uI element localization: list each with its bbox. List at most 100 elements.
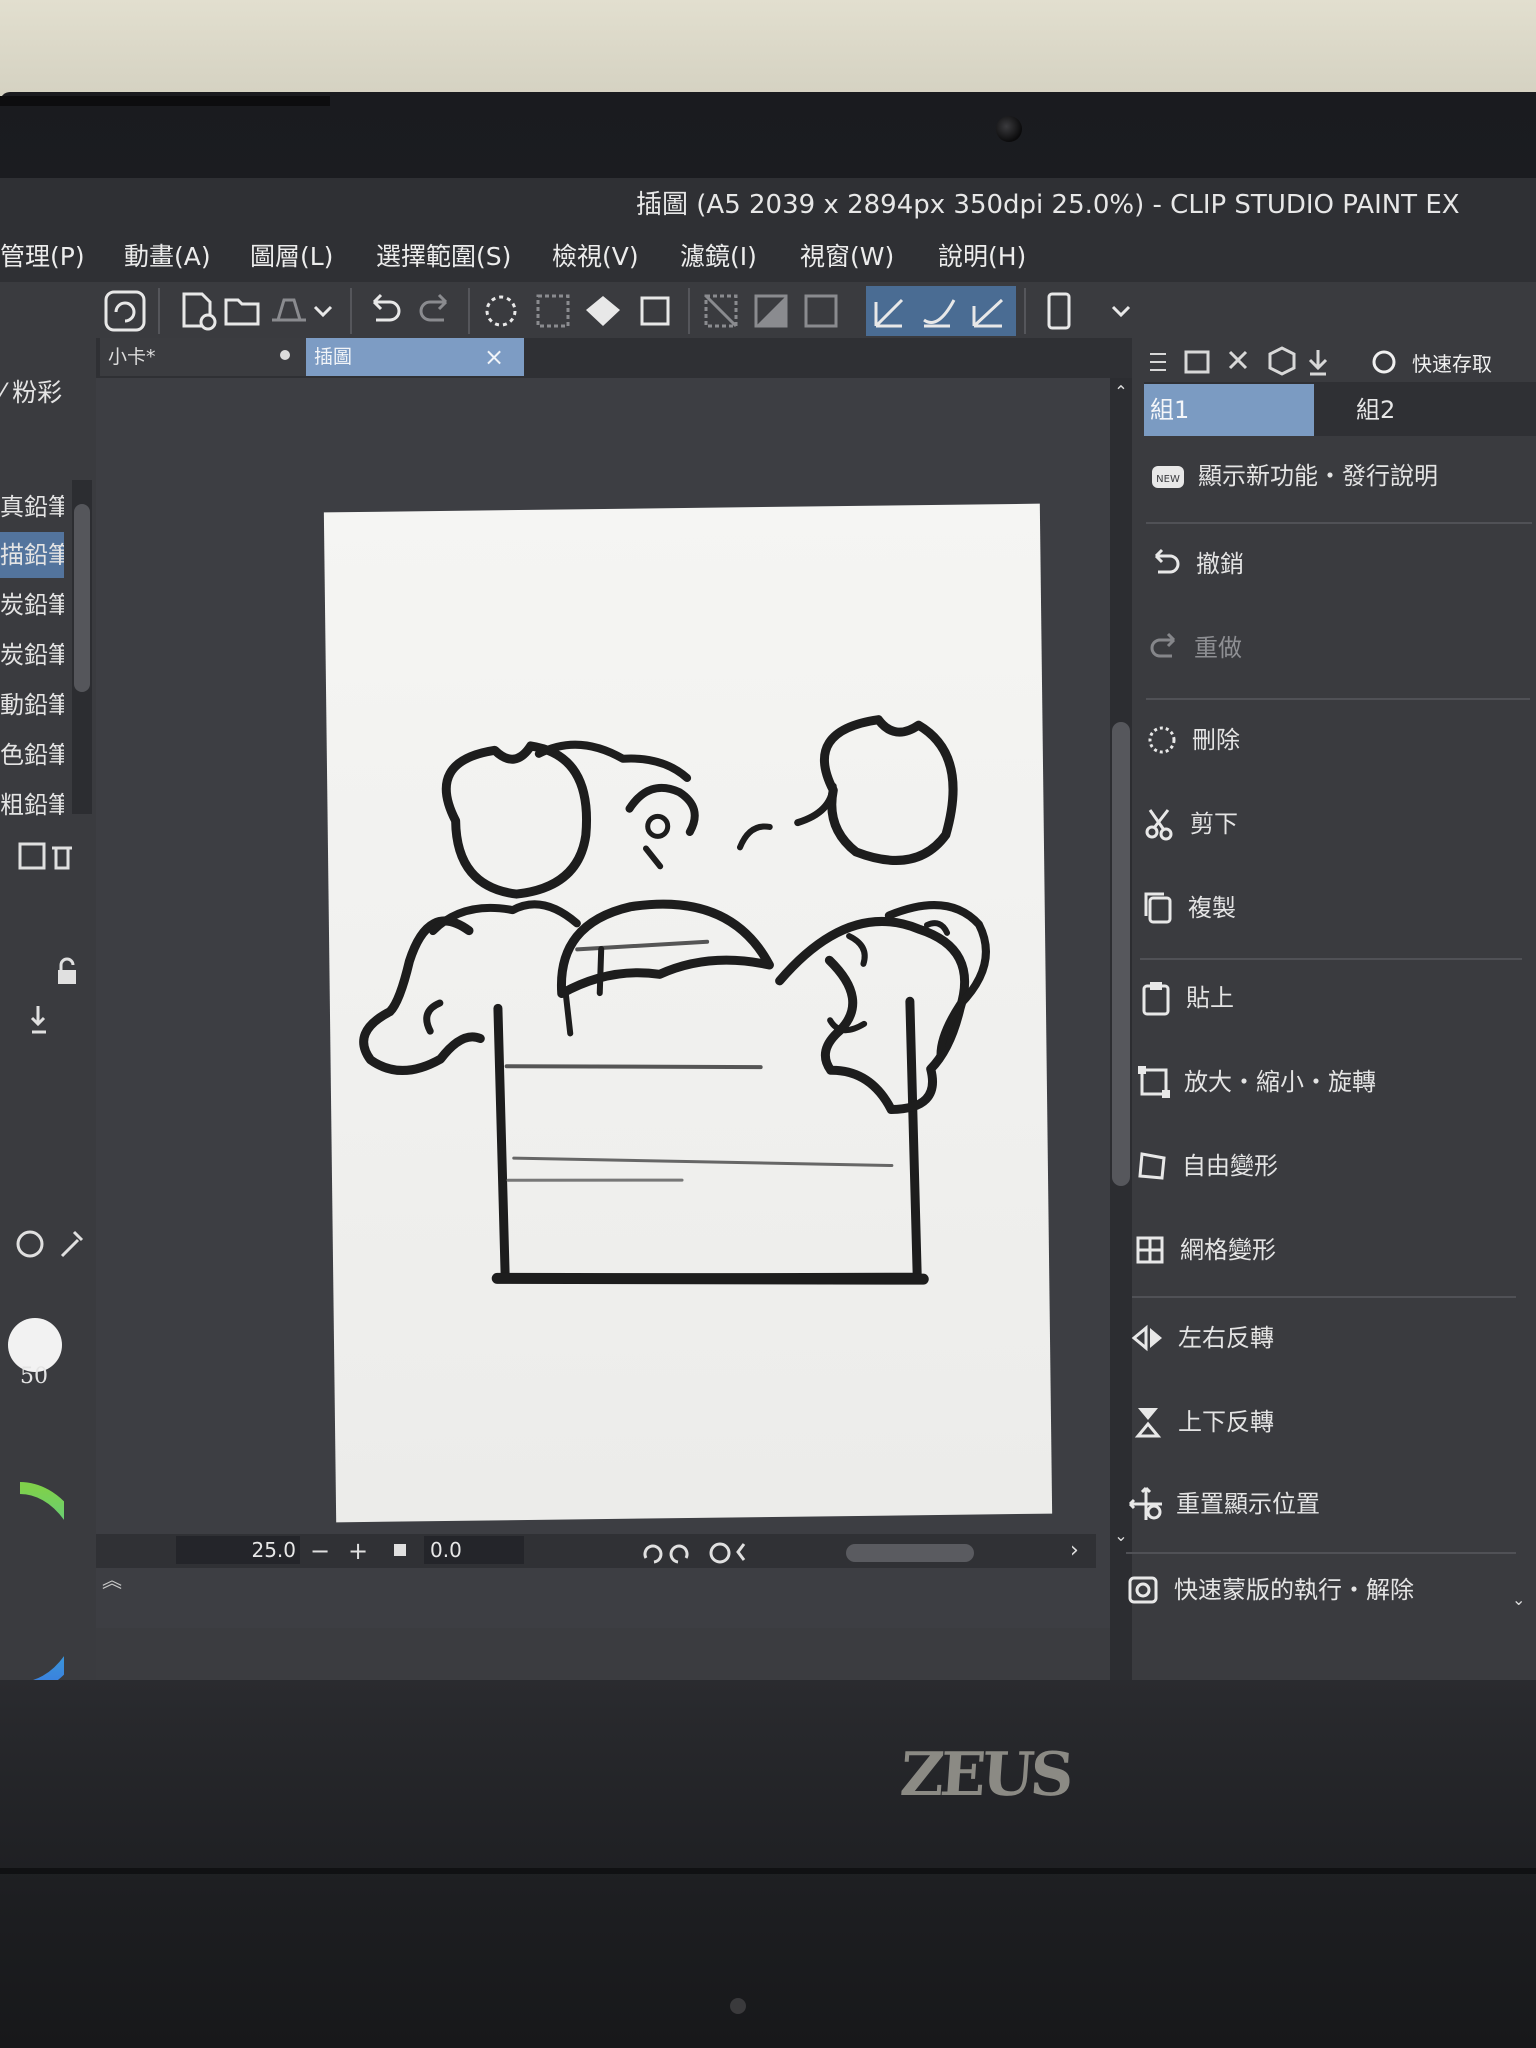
cmd-undo[interactable]: 撤銷 <box>1144 534 1534 594</box>
color-wheel[interactable] <box>0 1468 64 1680</box>
laptop-hinge <box>0 1680 1536 2048</box>
divider <box>1146 698 1530 700</box>
paste-icon <box>1142 982 1170 1016</box>
lock-icon[interactable] <box>50 954 84 988</box>
cmd-whats-new[interactable]: NEW 顯示新功能・發行說明 <box>1146 446 1536 506</box>
menu-filter[interactable]: 濾鏡(I) <box>680 232 757 282</box>
snap-ruler-icon[interactable] <box>870 290 912 332</box>
free-transform-icon <box>1138 1152 1166 1180</box>
undo-icon[interactable] <box>364 290 406 332</box>
brush-item[interactable]: 真鉛筆 <box>0 484 64 530</box>
quick-access-tab[interactable]: 快速存取 <box>1412 346 1492 382</box>
cut-icon <box>1145 809 1173 841</box>
toolbar-separator <box>158 288 160 334</box>
menu-window[interactable]: 視窗(W) <box>800 232 894 282</box>
menu-animation[interactable]: 動畫(A) <box>124 232 211 282</box>
cmd-copy[interactable]: 複製 <box>1136 878 1526 938</box>
cmd-redo[interactable]: 重做 <box>1142 618 1532 678</box>
new-file-icon[interactable] <box>176 290 218 332</box>
smartphone-icon[interactable] <box>1038 290 1080 332</box>
brush-item[interactable]: 炭鉛筆 <box>0 582 64 628</box>
redo-icon[interactable] <box>414 290 456 332</box>
canvas-horizontal-scroll-thumb[interactable] <box>846 1544 974 1562</box>
set-tab-2[interactable]: 組2 <box>1350 384 1536 436</box>
brush-category[interactable]: ⁄ 粉彩 <box>0 370 64 416</box>
cmd-reset-view[interactable]: 重置顯示位置 <box>1124 1474 1514 1534</box>
menu-manage[interactable]: 管理(P) <box>0 232 85 282</box>
clip-studio-icon[interactable] <box>104 290 146 332</box>
divider <box>1146 522 1532 524</box>
menu-help[interactable]: 說明(H) <box>938 232 1026 282</box>
selection-border-icon[interactable] <box>800 290 842 332</box>
title-bar: 插圖 (A5 2039 x 2894px 350dpi 25.0%) - CLI… <box>0 178 1536 232</box>
subtool-actions-icons[interactable] <box>0 838 80 874</box>
open-folder-icon[interactable] <box>222 290 264 332</box>
transform-icon[interactable] <box>634 290 676 332</box>
svg-text:NEW: NEW <box>1156 474 1180 485</box>
cmd-cut[interactable]: 剪下 <box>1138 794 1528 854</box>
panel-scroll-down-icon[interactable]: ⌄ <box>1512 1590 1534 1609</box>
toolbar-separator <box>1024 288 1026 334</box>
brush-item[interactable]: 動鉛筆 <box>0 682 64 728</box>
fit-view-icon[interactable] <box>394 1544 406 1556</box>
zoom-out-button[interactable]: − <box>310 1534 336 1568</box>
cmd-scale-rotate[interactable]: 放大・縮小・旋轉 <box>1132 1052 1522 1112</box>
mesh-transform-icon <box>1136 1236 1164 1264</box>
divider <box>1140 958 1522 960</box>
cmd-flip-horizontal[interactable]: 左右反轉 <box>1126 1308 1516 1368</box>
brush-item[interactable]: 炭鉛筆 <box>0 632 64 678</box>
brush-item-selected[interactable]: 描鉛筆 <box>0 532 64 578</box>
panel-tab-icons[interactable] <box>1146 342 1396 382</box>
menu-layer[interactable]: 圖層(L) <box>250 232 333 282</box>
download-icon[interactable] <box>30 1000 90 1040</box>
undo-icon <box>1154 548 1180 574</box>
save-icon[interactable] <box>268 290 310 332</box>
zoom-field[interactable]: 25.0 <box>176 1536 300 1564</box>
brush-list-scroll-thumb[interactable] <box>74 504 90 692</box>
redo-icon <box>1150 632 1176 658</box>
scroll-right-icon[interactable]: › <box>1070 1534 1079 1568</box>
close-tab-icon[interactable]: × <box>484 338 504 376</box>
snap-grid-icon[interactable] <box>968 290 1010 332</box>
snap-special-ruler-icon[interactable] <box>918 290 960 332</box>
cmd-flip-vertical[interactable]: 上下反轉 <box>1126 1392 1516 1452</box>
cmd-mesh-transform[interactable]: 網格變形 <box>1128 1220 1518 1280</box>
scroll-up-icon[interactable]: ⌃ <box>1112 382 1130 402</box>
brand-logo: ZEUS <box>897 1740 1073 1810</box>
cmd-quick-mask[interactable]: 快速蒙版的執行・解除 <box>1122 1560 1512 1620</box>
invert-selection-icon[interactable] <box>750 290 792 332</box>
deselect-icon[interactable] <box>700 290 742 332</box>
cmd-paste[interactable]: 貼上 <box>1134 968 1524 1028</box>
webcam <box>996 116 1022 142</box>
chevron-down-icon[interactable] <box>310 290 336 332</box>
toolbar-separator <box>688 288 690 334</box>
indicator-light <box>730 1998 746 2014</box>
zoom-in-button[interactable]: + <box>348 1534 374 1568</box>
unsaved-dot-icon <box>280 350 290 360</box>
toolbar-separator <box>350 288 352 334</box>
new-badge-icon: NEW <box>1152 466 1184 488</box>
brush-item[interactable]: 粗鉛筆 <box>0 782 64 828</box>
divider <box>1126 1552 1516 1554</box>
wall-background <box>0 0 1536 100</box>
canvas-vertical-scroll-thumb[interactable] <box>1112 722 1130 1186</box>
window-title: 插圖 (A5 2039 x 2894px 350dpi 25.0%) - CLI… <box>636 190 1460 220</box>
clear-icon[interactable] <box>480 290 522 332</box>
cmd-delete[interactable]: 刪除 <box>1140 710 1530 770</box>
cmd-free-transform[interactable]: 自由變形 <box>1130 1136 1520 1196</box>
set-tab-1[interactable]: 組1 <box>1144 384 1314 436</box>
divider <box>1132 1296 1516 1298</box>
tab-card[interactable]: 小卡* <box>100 338 308 376</box>
reset-view-icon <box>1128 1486 1162 1520</box>
fill-icon[interactable] <box>582 290 624 332</box>
screen: 插圖 (A5 2039 x 2894px 350dpi 25.0%) - CLI… <box>0 178 1536 1680</box>
brush-item[interactable]: 色鉛筆 <box>0 732 64 778</box>
rotate-controls-icons[interactable] <box>640 1538 750 1566</box>
canvas-paper[interactable] <box>323 503 1053 1523</box>
clear-outside-icon[interactable] <box>532 290 574 332</box>
menu-view[interactable]: 檢視(V) <box>552 232 639 282</box>
expand-panel-icon[interactable]: ︽ <box>102 1564 122 1593</box>
menu-selection[interactable]: 選擇範圍(S) <box>376 232 511 282</box>
tool-property-icons[interactable] <box>14 1226 94 1262</box>
rotation-field[interactable]: 0.0 <box>424 1536 524 1564</box>
